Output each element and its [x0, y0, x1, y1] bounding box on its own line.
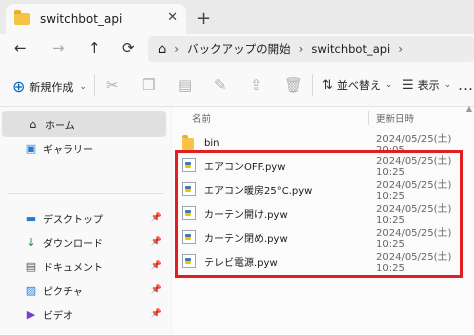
divider [312, 74, 313, 96]
chevron-down-icon: ⌄ [79, 81, 87, 92]
divider [94, 74, 95, 96]
plus-icon: ⊕ [12, 77, 26, 96]
new-label: 新規作成 [29, 80, 74, 94]
pin-icon[interactable]: 📌 [151, 261, 162, 271]
sidebar-item-label: ホーム [45, 120, 75, 132]
sidebar-item-gallery[interactable]: ▣ ギャラリー [0, 135, 168, 161]
sidebar-item-documents[interactable]: ▤ ドキュメント 📌 [0, 253, 168, 279]
navigation-bar: ← → ↑ ⟳ ⌂ › バックアップの開始 › switchbot_api › [0, 34, 474, 64]
sidebar-item-label: ピクチャ [43, 286, 83, 298]
pin-icon[interactable]: 📌 [151, 285, 162, 295]
sidebar-item-label: ビデオ [43, 310, 73, 322]
sidebar-item-desktop[interactable]: ▬ デスクトップ 📌 [0, 205, 168, 231]
view-button[interactable]: ☰ 表示 ⌄ [402, 77, 451, 93]
gallery-icon: ▣ [25, 141, 37, 155]
share-icon[interactable]: ⇪ [250, 76, 263, 94]
chevron-down-icon: ⌄ [384, 80, 393, 90]
column-divider[interactable] [368, 111, 369, 125]
rename-icon[interactable]: ✎ [214, 76, 227, 94]
up-button[interactable]: ↑ [88, 39, 101, 57]
column-header-date[interactable]: 更新日時 [376, 111, 414, 125]
pin-icon[interactable]: 📌 [151, 309, 162, 319]
sidebar-item-label: ダウンロード [43, 238, 103, 250]
home-icon: ⌂ [29, 117, 37, 131]
breadcrumb-backup[interactable]: バックアップの開始 [187, 41, 291, 57]
pin-icon[interactable]: 📌 [151, 237, 162, 247]
back-button[interactable]: ← [14, 39, 27, 57]
sidebar-item-home[interactable]: ⌂ ホーム [2, 111, 166, 137]
tab-switchbot-api[interactable]: switchbot_api ✕ [6, 4, 186, 34]
home-icon: ⌂ [158, 41, 167, 57]
breadcrumb-separator: › [174, 42, 180, 56]
sidebar-item-pictures[interactable]: ▨ ピクチャ 📌 [0, 277, 168, 303]
sidebar-item-label: ドキュメント [43, 262, 103, 274]
folder-icon [182, 135, 194, 150]
document-icon: ▤ [25, 259, 37, 273]
sort-icon: ⇅ [322, 77, 333, 93]
chevron-down-icon: ⌄ [443, 80, 452, 90]
folder-icon [14, 10, 30, 25]
close-tab-icon[interactable]: ✕ [167, 10, 178, 25]
breadcrumb-switchbot-api[interactable]: switchbot_api [311, 42, 390, 56]
sidebar-item-downloads[interactable]: ↓ ダウンロード 📌 [0, 229, 168, 255]
pin-icon[interactable]: 📌 [151, 213, 162, 223]
file-name: bin [204, 137, 220, 149]
sidebar-item-videos[interactable]: ▶ ビデオ 📌 [0, 301, 168, 327]
view-icon: ☰ [402, 77, 414, 93]
address-bar[interactable]: ⌂ › バックアップの開始 › switchbot_api › [148, 36, 474, 62]
tab-title: switchbot_api [40, 12, 123, 26]
sidebar-item-label: デスクトップ [43, 214, 103, 226]
column-header-name[interactable]: 名前 [192, 111, 211, 125]
breadcrumb-separator: › [398, 42, 404, 56]
more-options-icon[interactable]: … [458, 76, 473, 94]
sidebar-item-label: ギャラリー [43, 144, 93, 156]
copy-icon[interactable]: ❐ [142, 76, 155, 94]
view-label: 表示 [417, 79, 440, 92]
breadcrumb-separator: › [298, 42, 304, 56]
download-icon: ↓ [26, 235, 36, 249]
pictures-icon: ▨ [25, 283, 37, 297]
highlight-box [175, 150, 463, 278]
paste-icon[interactable]: ▤ [178, 76, 192, 94]
refresh-button[interactable]: ⟳ [122, 39, 135, 57]
new-tab-button[interactable]: + [196, 8, 211, 29]
sort-button[interactable]: ⇅ 並べ替え ⌄ [322, 77, 392, 93]
new-button[interactable]: ⊕ 新規作成 ⌄ [12, 77, 87, 96]
video-icon: ▶ [26, 307, 36, 321]
title-bar: switchbot_api ✕ + [0, 0, 474, 34]
forward-button[interactable]: → [52, 39, 65, 57]
sort-label: 並べ替え [336, 79, 381, 92]
navigation-pane: ⌂ ホーム ▣ ギャラリー ▬ デスクトップ 📌 ↓ ダウンロード 📌 ▤ ドキ… [0, 107, 171, 335]
command-bar: ⊕ 新規作成 ⌄ ✂ ❐ ▤ ✎ ⇪ 🗑 ⇅ 並べ替え ⌄ ☰ 表示 ⌄ … [0, 64, 474, 107]
sidebar-divider [8, 193, 164, 194]
delete-icon[interactable]: 🗑 [284, 76, 303, 94]
scroll-up-icon[interactable]: ▲ [466, 104, 472, 113]
cut-icon[interactable]: ✂ [106, 76, 119, 94]
desktop-icon: ▬ [25, 211, 37, 225]
